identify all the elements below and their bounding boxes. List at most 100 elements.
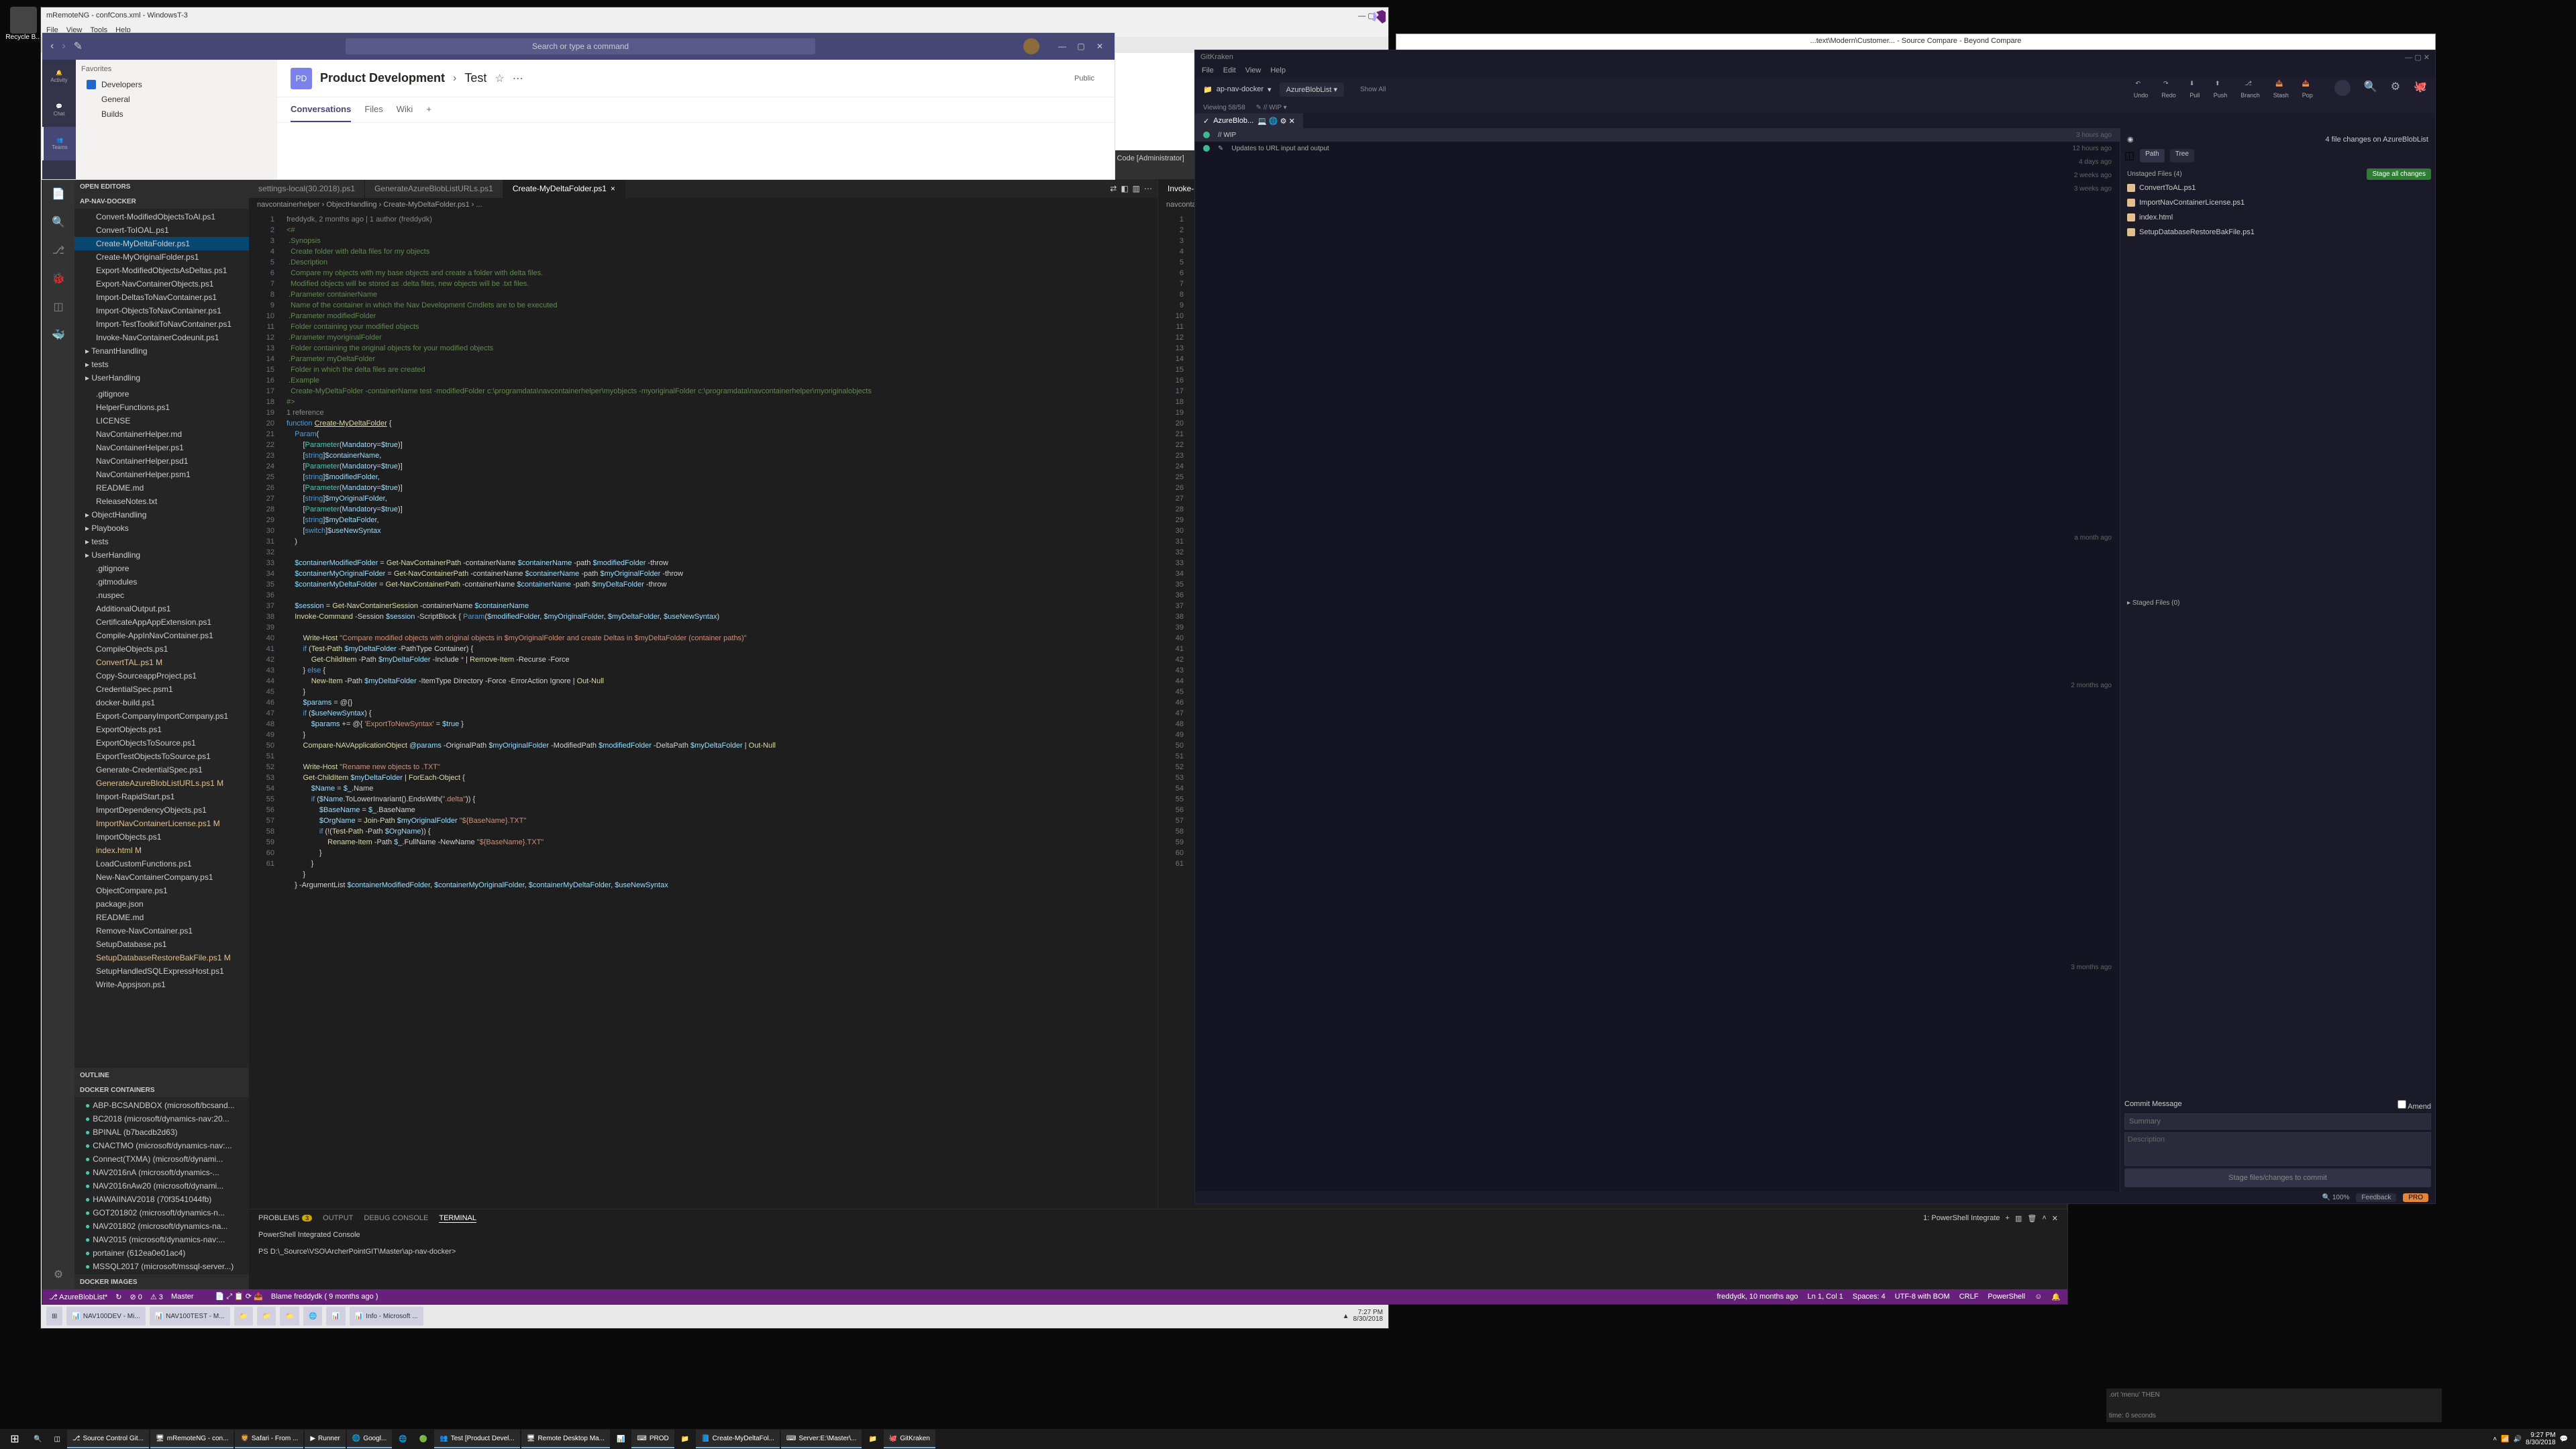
tree-item[interactable]: ImportNavContainerLicense.ps1 M [74, 817, 249, 830]
amend-checkbox[interactable] [2398, 1100, 2406, 1109]
container-item[interactable]: ●ABP-BCSANDBOX (microsoft/bcsand... [74, 1099, 249, 1112]
tab-terminal[interactable]: TERMINAL [439, 1214, 476, 1223]
tree-folder[interactable]: ▸ ObjectHandling [74, 508, 249, 521]
back-icon[interactable]: ‹ [50, 40, 54, 52]
tray-chevron-icon[interactable]: ˄ [2493, 1436, 2497, 1443]
user-avatar[interactable] [1023, 38, 1039, 54]
profile-icon[interactable] [2334, 80, 2351, 96]
editor-tabs-left[interactable]: settings-local(30.2018).ps1 GenerateAzur… [249, 179, 1157, 198]
inner-task[interactable]: 📁 [280, 1307, 299, 1326]
docker-containers-header[interactable]: DOCKER CONTAINERS [74, 1083, 249, 1097]
scm-icon[interactable]: ⎇ [50, 242, 66, 258]
branch-indicator[interactable]: ⎇ AzureBlobList* [49, 1293, 107, 1301]
tree-item[interactable]: package.json [74, 897, 249, 911]
close-icon[interactable]: ✕ [1093, 40, 1106, 53]
task-item[interactable]: ⎇ Source Control Git... [67, 1430, 149, 1448]
pop-button[interactable]: 📤Pop [2302, 80, 2313, 99]
tree-item[interactable]: ConvertTAL.ps1 M [74, 656, 249, 669]
fav-general[interactable]: General [81, 92, 272, 107]
pull-button[interactable]: ⬇Pull [2189, 80, 2200, 99]
path-tab[interactable]: Path [2140, 149, 2165, 162]
container-item[interactable]: ●NAV201802 (microsoft/dynamics-na... [74, 1219, 249, 1233]
tree-item[interactable]: SetupDatabaseRestoreBakFile.ps1 M [74, 951, 249, 964]
repo-tab[interactable]: ✓ AzureBlob... 💻 🌐 ⚙ ✕ [1195, 113, 1303, 128]
clock[interactable]: 9:27 PM 8/30/2018 [2526, 1432, 2556, 1446]
tree-item[interactable]: SetupHandledSQLExpressHost.ps1 [74, 964, 249, 978]
extensions-icon[interactable]: ◫ [50, 299, 66, 315]
breadcrumb[interactable]: navcontainerhelper › ObjectHandling › Cr… [249, 198, 1157, 211]
tree-item[interactable]: CompileObjects.ps1 [74, 642, 249, 656]
tree-item[interactable]: Generate-CredentialSpec.ps1 [74, 763, 249, 777]
tree-item[interactable]: ImportDependencyObjects.ps1 [74, 803, 249, 817]
tree-item[interactable]: ExportTestObjectsToSource.ps1 [74, 750, 249, 763]
terminal-prompt[interactable]: PS D:\_Source\VSO\ArcherPointGIT\Master\… [258, 1248, 2058, 1256]
task-item[interactable]: 👥 Test [Product Devel... [434, 1430, 520, 1448]
tab-add[interactable]: + [426, 97, 431, 122]
tab-conversations[interactable]: Conversations [291, 97, 351, 122]
fav-builds[interactable]: Builds [81, 107, 272, 121]
code-content[interactable]: freddydk, 2 months ago | 1 author (fredd… [281, 211, 1157, 1209]
task-item[interactable]: 🌐 Googl... [347, 1430, 392, 1448]
rail-chat[interactable]: 💬Chat [42, 93, 76, 127]
tab-active[interactable]: Create-MyDeltaFolder.ps1× [503, 179, 625, 198]
container-item[interactable]: ●NAV2016nAw20 (microsoft/dynami... [74, 1179, 249, 1193]
tab-wiki[interactable]: Wiki [397, 97, 413, 122]
search-icon[interactable]: 🔍 [50, 214, 66, 230]
sync-icon[interactable]: ↻ [115, 1293, 121, 1301]
split-terminal-icon[interactable]: ▥ [2015, 1214, 2022, 1223]
close-icon[interactable]: × [611, 184, 615, 193]
mremote-titlebar[interactable]: mRemoteNG - confCons.xml - WindowsT-3 — … [41, 7, 1388, 23]
tree-item[interactable]: Invoke-NavContainerCodeunit.ps1 [74, 331, 249, 344]
push-button[interactable]: ⬆Push [2214, 80, 2228, 99]
tree-item[interactable]: Import-TestToolkitToNavContainer.ps1 [74, 317, 249, 331]
tree-item[interactable]: Export-ModifiedObjectsAsDeltas.ps1 [74, 264, 249, 277]
inner-task[interactable]: 📁 [234, 1307, 253, 1326]
fav-developers[interactable]: Developers [81, 77, 272, 92]
terminal-panel[interactable]: PROBLEMS3 OUTPUT DEBUG CONSOLE TERMINAL … [249, 1209, 2067, 1289]
settings-icon[interactable]: ⚙ [2391, 80, 2400, 99]
volume-icon[interactable]: 🔊 [2514, 1436, 2522, 1443]
language[interactable]: PowerShell [1988, 1293, 2025, 1301]
tree-folder[interactable]: ▸ tests [74, 535, 249, 548]
blame-right[interactable]: freddydk, 10 months ago [1717, 1293, 1798, 1301]
tab-output[interactable]: OUTPUT [323, 1214, 353, 1222]
errors[interactable]: ⊘ 0 [130, 1293, 142, 1301]
compare-icon[interactable]: ⇄ [1110, 184, 1117, 193]
tree-item[interactable]: Copy-SourceappProject.ps1 [74, 669, 249, 683]
task-item[interactable]: 📘 Create-MyDeltaFol... [696, 1430, 780, 1448]
tree-item[interactable]: .nuspec [74, 589, 249, 602]
task-item[interactable]: 🖥 mRemoteNG - con... [150, 1430, 234, 1448]
feedback-button[interactable]: Feedback [2356, 1193, 2396, 1202]
branch-selector[interactable]: AzureBlobList ▾ [1280, 83, 1344, 97]
teams-search[interactable]: Search or type a command [346, 38, 815, 54]
task-item[interactable]: ⌨ Server:E:\Master\... [781, 1430, 862, 1448]
mremote-inner-taskbar[interactable]: ⊞ 📊NAV100DEV - Mi... 📊NAV100TEST - M... … [41, 1304, 1388, 1328]
debug-icon[interactable]: 🐞 [50, 270, 66, 287]
task-item[interactable]: 🖥 Remote Desktop Ma... [521, 1430, 610, 1448]
maximize-icon[interactable]: ▢ [1074, 40, 1088, 53]
gear-icon[interactable]: ⚙ [50, 1266, 66, 1283]
file-item[interactable]: SetupDatabaseRestoreBakFile.ps1 [2124, 225, 2431, 240]
rail-activity[interactable]: 🔔Activity [42, 60, 76, 93]
tree-item[interactable]: ImportObjects.ps1 [74, 830, 249, 844]
tree-item[interactable]: ExportObjectsToSource.ps1 [74, 736, 249, 750]
explorer-icon[interactable]: 📄 [50, 186, 66, 202]
task-item[interactable]: 📊 [611, 1430, 630, 1448]
gk-repo-tabs[interactable]: ✓ AzureBlob... 💻 🌐 ⚙ ✕ [1195, 113, 2435, 128]
inner-task[interactable]: 🌐 [303, 1307, 322, 1326]
tree-item[interactable]: docker-build.ps1 [74, 696, 249, 709]
tree-item[interactable]: Compile-AppInNavContainer.ps1 [74, 629, 249, 642]
file-item[interactable]: index.html [2124, 210, 2431, 225]
task-view-icon[interactable]: ◫ [48, 1430, 65, 1448]
file-item[interactable]: ConvertToAL.ps1 [2124, 181, 2431, 195]
tree-item[interactable]: NavContainerHelper.md [74, 428, 249, 441]
task-item[interactable]: 🌐 [393, 1430, 412, 1448]
docker-icon[interactable]: 🐳 [50, 327, 66, 343]
gk-titlebar[interactable]: GitKraken — ▢ ✕ [1195, 50, 2435, 64]
vs-icon[interactable] [1369, 7, 1389, 27]
task-item[interactable]: 🐙 GitKraken [884, 1430, 935, 1448]
tree-item[interactable]: New-NavContainerCompany.ps1 [74, 870, 249, 884]
tree-item[interactable]: CertificateAppAppExtension.ps1 [74, 615, 249, 629]
tree-item[interactable]: Create-MyDeltaFolder.ps1 [74, 237, 249, 250]
tree-item[interactable]: Import-ObjectsToNavContainer.ps1 [74, 304, 249, 317]
